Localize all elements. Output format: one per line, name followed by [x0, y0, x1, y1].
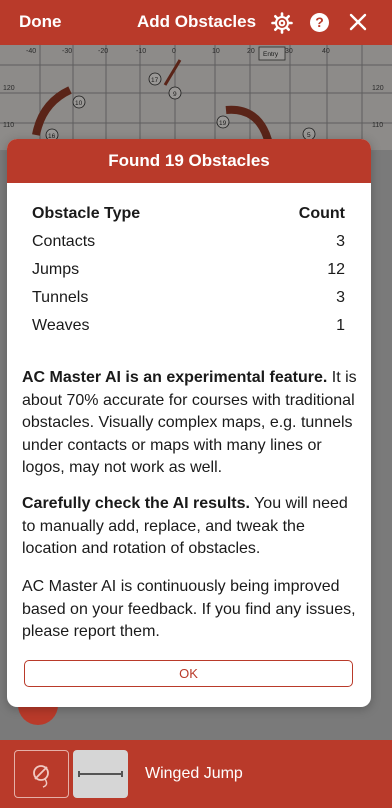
winged-jump-icon — [78, 771, 123, 777]
table-row: Weaves 1 — [32, 317, 345, 345]
obstacle-count: 3 — [336, 233, 345, 250]
feedback-notice: AC Master AI is continuously being impro… — [22, 578, 356, 640]
x-tick: -40 — [26, 48, 36, 55]
x-tick: -10 — [136, 48, 146, 55]
obstacle-count: 1 — [336, 317, 345, 334]
obstacle-number: 9 — [173, 91, 177, 98]
x-tick: 20 — [247, 48, 255, 55]
results-dialog: Found 19 Obstacles Obstacle Type Count C… — [7, 139, 371, 707]
obstacle-type: Weaves — [32, 317, 90, 334]
dialog-title: Found 19 Obstacles — [7, 139, 371, 183]
obstacle-type: Jumps — [32, 261, 80, 278]
x-tick: -30 — [62, 48, 72, 55]
obstacle-number: 10 — [75, 100, 83, 107]
rotate-icon — [33, 765, 49, 788]
entry-label: Entry — [263, 51, 279, 58]
check-results-notice: Carefully check the AI results. You will… — [22, 493, 358, 561]
page-title: Add Obstacles — [137, 12, 257, 31]
obstacle-table: Obstacle Type Count Contacts 3 Jumps 12 … — [32, 205, 345, 345]
experimental-notice: AC Master AI is an experimental feature.… — [22, 367, 358, 480]
obstacle-type: Tunnels — [32, 289, 89, 306]
x-tick: 10 — [212, 48, 220, 55]
help-icon[interactable]: ? — [310, 13, 329, 32]
obstacle-number: 19 — [219, 120, 227, 127]
selected-obstacle-label: Winged Jump — [145, 765, 243, 782]
table-row: Contacts 3 — [32, 233, 345, 261]
y-tick: 120 — [372, 85, 384, 92]
x-tick: 40 — [322, 48, 330, 55]
y-tick: 110 — [372, 122, 383, 129]
obstacle-count: 3 — [336, 289, 345, 306]
x-tick: 0 — [172, 48, 176, 55]
check-results-lead: Carefully check the AI results. — [22, 495, 250, 512]
table-row: Jumps 12 — [32, 261, 345, 289]
rotate-button[interactable] — [14, 750, 69, 798]
obstacle-number: 17 — [151, 77, 159, 84]
selected-obstacle-thumbnail[interactable] — [73, 750, 128, 798]
bottom-toolbar: Winged Jump — [0, 740, 392, 808]
y-tick: 120 — [3, 85, 15, 92]
column-header-type: Obstacle Type — [32, 205, 141, 222]
table-row: Tunnels 3 — [32, 289, 345, 317]
x-tick: -20 — [98, 48, 108, 55]
experimental-notice-lead: AC Master AI is an experimental feature. — [22, 369, 328, 386]
table-header: Obstacle Type Count — [32, 205, 345, 233]
obstacle-number: 5 — [307, 132, 311, 139]
ok-button[interactable]: OK — [24, 660, 353, 687]
gear-icon[interactable] — [271, 12, 293, 34]
obstacle-count: 12 — [327, 261, 345, 278]
top-bar: Done Add Obstacles ? — [0, 0, 392, 45]
course-map-grid: -40 -30 -20 -10 0 10 20 30 40 120 110 12… — [0, 45, 392, 150]
column-header-count: Count — [298, 205, 345, 222]
obstacle-type: Contacts — [32, 233, 96, 250]
y-tick: 110 — [3, 122, 14, 129]
close-icon[interactable] — [348, 12, 368, 32]
done-button[interactable]: Done — [19, 12, 62, 32]
x-tick: 30 — [285, 48, 293, 55]
